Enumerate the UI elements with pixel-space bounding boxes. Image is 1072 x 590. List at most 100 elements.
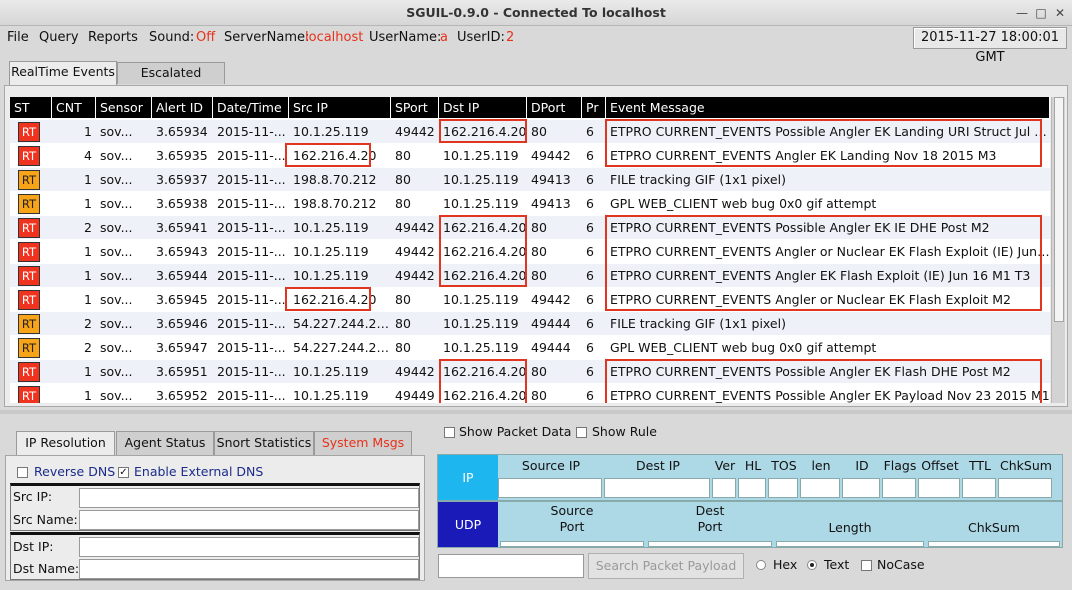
- status-badge[interactable]: RT: [18, 266, 40, 286]
- tab-realtime-events[interactable]: RealTime Events: [9, 61, 117, 85]
- col-dst-ip-header[interactable]: Dst IP: [439, 97, 527, 118]
- status-badge[interactable]: RT: [18, 386, 40, 403]
- show-rule-checkbox[interactable]: [576, 427, 587, 438]
- close-icon[interactable]: ✕: [1052, 5, 1068, 21]
- ip-field-value[interactable]: [712, 478, 736, 498]
- col-event-message-cell: GPL WEB_CLIENT web bug 0x0 gif attempt: [610, 196, 877, 211]
- table-row[interactable]: RT 1 sov... 3.65944 2015-11-... 10.1.25.119 49…: [10, 264, 1050, 288]
- events-scrollbar[interactable]: [1051, 97, 1065, 403]
- src-ip-field[interactable]: [79, 488, 419, 508]
- col-dst-ip-cell: 162.216.4.20: [443, 388, 527, 403]
- maximize-icon[interactable]: □: [1033, 5, 1049, 21]
- udp-header-panel: UDP Source Port Dest Port Length ChkSum: [437, 501, 1063, 548]
- col-dst-ip-cell: 10.1.25.119: [443, 340, 519, 355]
- table-row[interactable]: RT 2 sov... 3.65947 2015-11-... 54.227.244.22…: [10, 336, 1050, 360]
- col-pr-header[interactable]: Pr: [582, 97, 606, 118]
- ip-field-value[interactable]: [998, 478, 1052, 498]
- col-event-message-cell: FILE tracking GIF (1x1 pixel): [610, 172, 786, 187]
- status-badge[interactable]: RT: [18, 314, 40, 334]
- ip-field-value[interactable]: [738, 478, 766, 498]
- udp-field-value[interactable]: [500, 541, 644, 547]
- table-row[interactable]: RT 1 sov... 3.65945 2015-11-... 162.216.4.20 8…: [10, 288, 1050, 312]
- reverse-dns-checkbox[interactable]: [17, 467, 28, 478]
- col-cnt-cell: 1: [84, 268, 92, 283]
- col-src-ip-cell: 198.8.70.212: [293, 172, 377, 187]
- col-dport-cell: 49442: [531, 292, 571, 307]
- status-badge[interactable]: RT: [18, 338, 40, 358]
- table-row[interactable]: RT 1 sov... 3.65934 2015-11-... 10.1.25.119 49…: [10, 120, 1050, 144]
- udp-field-value[interactable]: [648, 541, 772, 547]
- col-src-ip-cell: 10.1.25.119: [293, 268, 369, 283]
- sound-label: Sound:: [149, 30, 195, 45]
- tab-escalated-events[interactable]: Escalated Events: [117, 62, 225, 100]
- status-badge[interactable]: RT: [18, 194, 40, 214]
- window-title: SGUIL-0.9.0 - Connected To localhost: [406, 5, 666, 20]
- status-badge[interactable]: RT: [18, 362, 40, 382]
- status-badge[interactable]: RT: [18, 290, 40, 310]
- status-badge[interactable]: RT: [18, 218, 40, 238]
- hex-radio[interactable]: [756, 560, 766, 570]
- search-payload-input[interactable]: [438, 554, 584, 578]
- col-sensor-header[interactable]: Sensor: [96, 97, 152, 118]
- minimize-icon[interactable]: —: [1014, 5, 1030, 21]
- col-alert-id-header[interactable]: Alert ID: [152, 97, 213, 118]
- ip-field-value[interactable]: [800, 478, 840, 498]
- status-badge[interactable]: RT: [18, 170, 40, 190]
- col-datetime-cell: 2015-11-...: [217, 364, 286, 379]
- table-row[interactable]: RT 2 sov... 3.65946 2015-11-... 54.227.244.22…: [10, 312, 1050, 336]
- col-event-message-header[interactable]: Event Message: [606, 97, 1050, 118]
- table-row[interactable]: RT 1 sov... 3.65938 2015-11-... 198.8.70.212 8…: [10, 192, 1050, 216]
- menu-reports[interactable]: Reports: [88, 30, 138, 45]
- col-dst-ip-cell: 10.1.25.119: [443, 292, 519, 307]
- search-payload-button[interactable]: Search Packet Payload: [588, 553, 744, 579]
- menu-query[interactable]: Query: [39, 30, 79, 45]
- table-row[interactable]: RT 1 sov... 3.65952 2015-11-... 10.1.25.119 49…: [10, 384, 1050, 403]
- tab-ip-resolution[interactable]: IP Resolution: [16, 431, 115, 455]
- ip-field-value[interactable]: [768, 478, 798, 498]
- udp-field-value[interactable]: [928, 541, 1060, 547]
- col-alert-id-cell: 3.65935: [156, 148, 208, 163]
- text-radio[interactable]: [807, 560, 817, 570]
- ip-col-header: TTL: [968, 458, 991, 473]
- dst-name-field[interactable]: [79, 559, 419, 579]
- ip-field-value[interactable]: [918, 478, 960, 498]
- ip-field-value[interactable]: [842, 478, 880, 498]
- dst-ip-field[interactable]: [79, 537, 419, 557]
- col-sensor-cell: sov...: [100, 220, 133, 235]
- ip-field-value[interactable]: [962, 478, 996, 498]
- table-row[interactable]: RT 4 sov... 3.65935 2015-11-... 162.216.4.20 8…: [10, 144, 1050, 168]
- external-dns-checkbox[interactable]: ✓: [118, 467, 129, 478]
- col-dport-header[interactable]: DPort: [527, 97, 582, 118]
- status-badge[interactable]: RT: [18, 122, 40, 142]
- col-src-ip-cell: 162.216.4.20: [293, 148, 377, 163]
- ip-col-header: Dest IP: [636, 458, 680, 473]
- col-src-ip-header[interactable]: Src IP: [289, 97, 391, 118]
- tab-snort-statistics[interactable]: Snort Statistics: [214, 431, 314, 455]
- table-row[interactable]: RT 1 sov... 3.65951 2015-11-... 10.1.25.119 49…: [10, 360, 1050, 384]
- ip-field-value[interactable]: [604, 478, 710, 498]
- tab-system-msgs[interactable]: System Msgs: [314, 431, 412, 455]
- status-badge[interactable]: RT: [18, 146, 40, 166]
- ip-field-value[interactable]: [882, 478, 916, 498]
- table-row[interactable]: RT 2 sov... 3.65941 2015-11-... 10.1.25.119 49…: [10, 216, 1050, 240]
- col-dport-cell: 80: [531, 364, 547, 379]
- col-cnt-header[interactable]: CNT: [52, 97, 96, 118]
- pane-divider[interactable]: [0, 410, 1072, 414]
- show-packet-data-checkbox[interactable]: [444, 427, 455, 438]
- menu-file[interactable]: File: [7, 30, 29, 45]
- src-name-field[interactable]: [79, 510, 419, 530]
- status-badge[interactable]: RT: [18, 242, 40, 262]
- tab-agent-status[interactable]: Agent Status: [116, 431, 214, 455]
- col-sport-header[interactable]: SPort: [391, 97, 439, 118]
- table-row[interactable]: RT 1 sov... 3.65943 2015-11-... 10.1.25.119 49…: [10, 240, 1050, 264]
- nocase-checkbox[interactable]: [861, 560, 872, 571]
- title-bar: SGUIL-0.9.0 - Connected To localhost — □…: [0, 0, 1072, 26]
- col-sport-cell: 80: [395, 196, 411, 211]
- ip-field-value[interactable]: [498, 478, 602, 498]
- scrollbar-thumb[interactable]: [1054, 97, 1064, 322]
- col-datetime-header[interactable]: Date/Time: [213, 97, 289, 118]
- table-row[interactable]: RT 1 sov... 3.65937 2015-11-... 198.8.70.212 8…: [10, 168, 1050, 192]
- col-datetime-cell: 2015-11-...: [217, 196, 286, 211]
- col-st-header[interactable]: ST: [10, 97, 52, 118]
- udp-field-value[interactable]: [776, 541, 924, 547]
